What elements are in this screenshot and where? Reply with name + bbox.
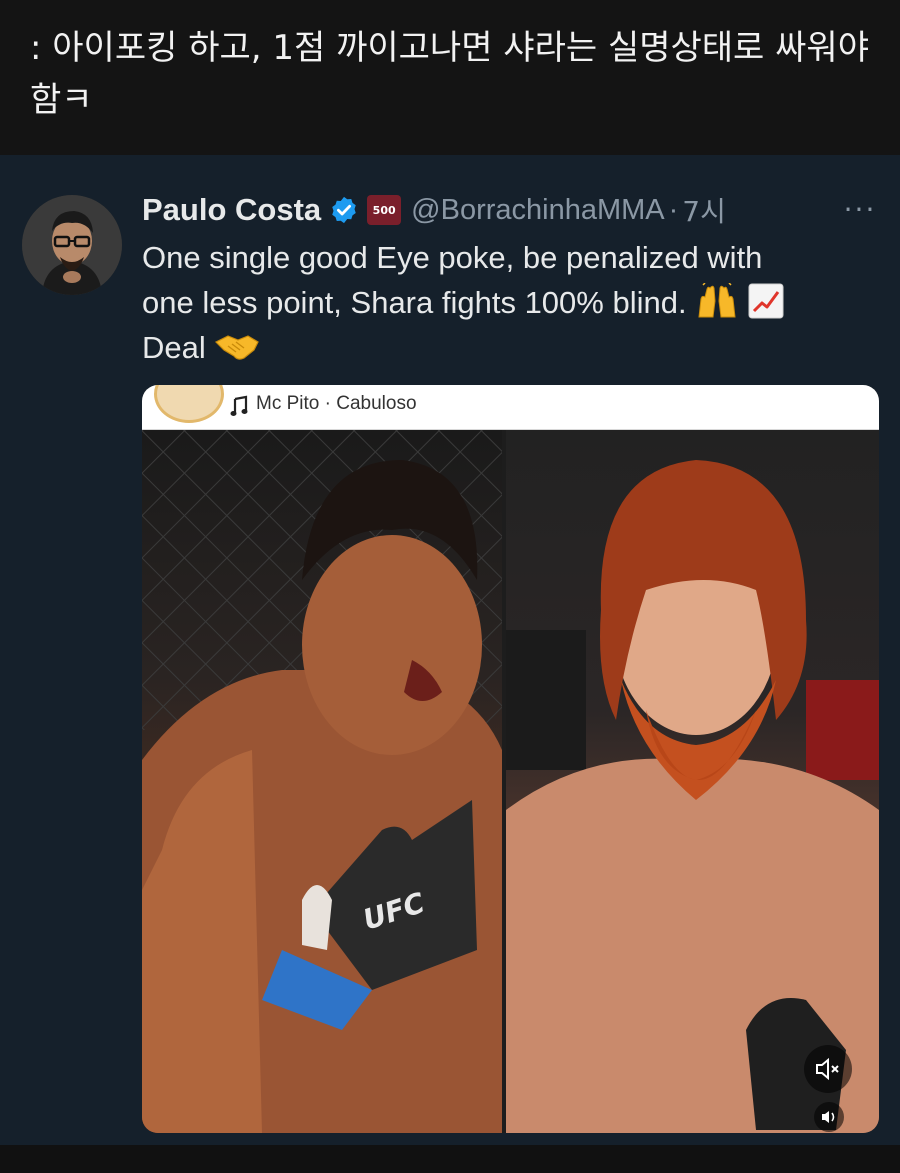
raising-hands-icon	[698, 283, 736, 318]
caption-text: : 아이포킹 하고, 1점 까이고나면 샤라는 실명상태로 싸워야 함ㅋ	[30, 28, 869, 120]
tweet-line-3: Deal	[142, 325, 862, 370]
bottom-strip	[0, 1145, 900, 1173]
tweet-header: Paulo Costa 500 @BorrachinhaMMA · 7시	[142, 190, 726, 230]
music-note-icon	[230, 395, 248, 416]
tweet-media[interactable]: Mc Pito · Cabuloso UFC	[142, 385, 879, 1133]
speaker-icon	[822, 1111, 835, 1123]
fighter-photo-right	[506, 430, 879, 1133]
sound-label[interactable]: Mc Pito · Cabuloso	[256, 393, 417, 415]
media-sound-bar: Mc Pito · Cabuloso	[142, 385, 879, 430]
fighter-left-image: UFC	[142, 430, 502, 1133]
separator-dot: ·	[668, 193, 679, 226]
post-caption-bar: : 아이포킹 하고, 1점 까이고나면 샤라는 실명상태로 싸워야 함ㅋ	[0, 0, 900, 155]
tweet-line-1: One single good Eye poke, be penalized w…	[142, 240, 763, 275]
display-name[interactable]: Paulo Costa	[142, 192, 321, 228]
tweet-card[interactable]: Paulo Costa 500 @BorrachinhaMMA · 7시 ···…	[0, 155, 900, 1145]
avatar-image	[22, 195, 122, 295]
person-tag-icon[interactable]	[164, 1132, 184, 1133]
fighter-photo-left: UFC	[142, 430, 502, 1133]
tweet-line-2-text: one less point, Shara fights 100% blind.	[142, 285, 687, 320]
mute-toggle-button[interactable]	[804, 1045, 852, 1093]
avatar[interactable]	[22, 195, 122, 295]
more-options-icon[interactable]: ···	[840, 195, 880, 225]
fighter-right-image	[506, 460, 879, 1133]
tweet-line-3-text: Deal	[142, 330, 206, 365]
handshake-icon	[215, 335, 260, 360]
tweet-line-2: one less point, Shara fights 100% blind.	[142, 280, 862, 325]
sound-avatar	[154, 385, 224, 423]
volume-button[interactable]	[814, 1102, 844, 1132]
affiliate-badge[interactable]: 500	[367, 195, 402, 225]
user-handle[interactable]: @BorrachinhaMMA	[411, 194, 664, 227]
speaker-muted-icon	[816, 1057, 839, 1081]
chart-increasing-icon	[748, 283, 784, 319]
timestamp[interactable]: 7시	[682, 190, 726, 230]
verified-badge-icon	[332, 196, 356, 224]
tweet-text: One single good Eye poke, be penalized w…	[142, 235, 862, 370]
